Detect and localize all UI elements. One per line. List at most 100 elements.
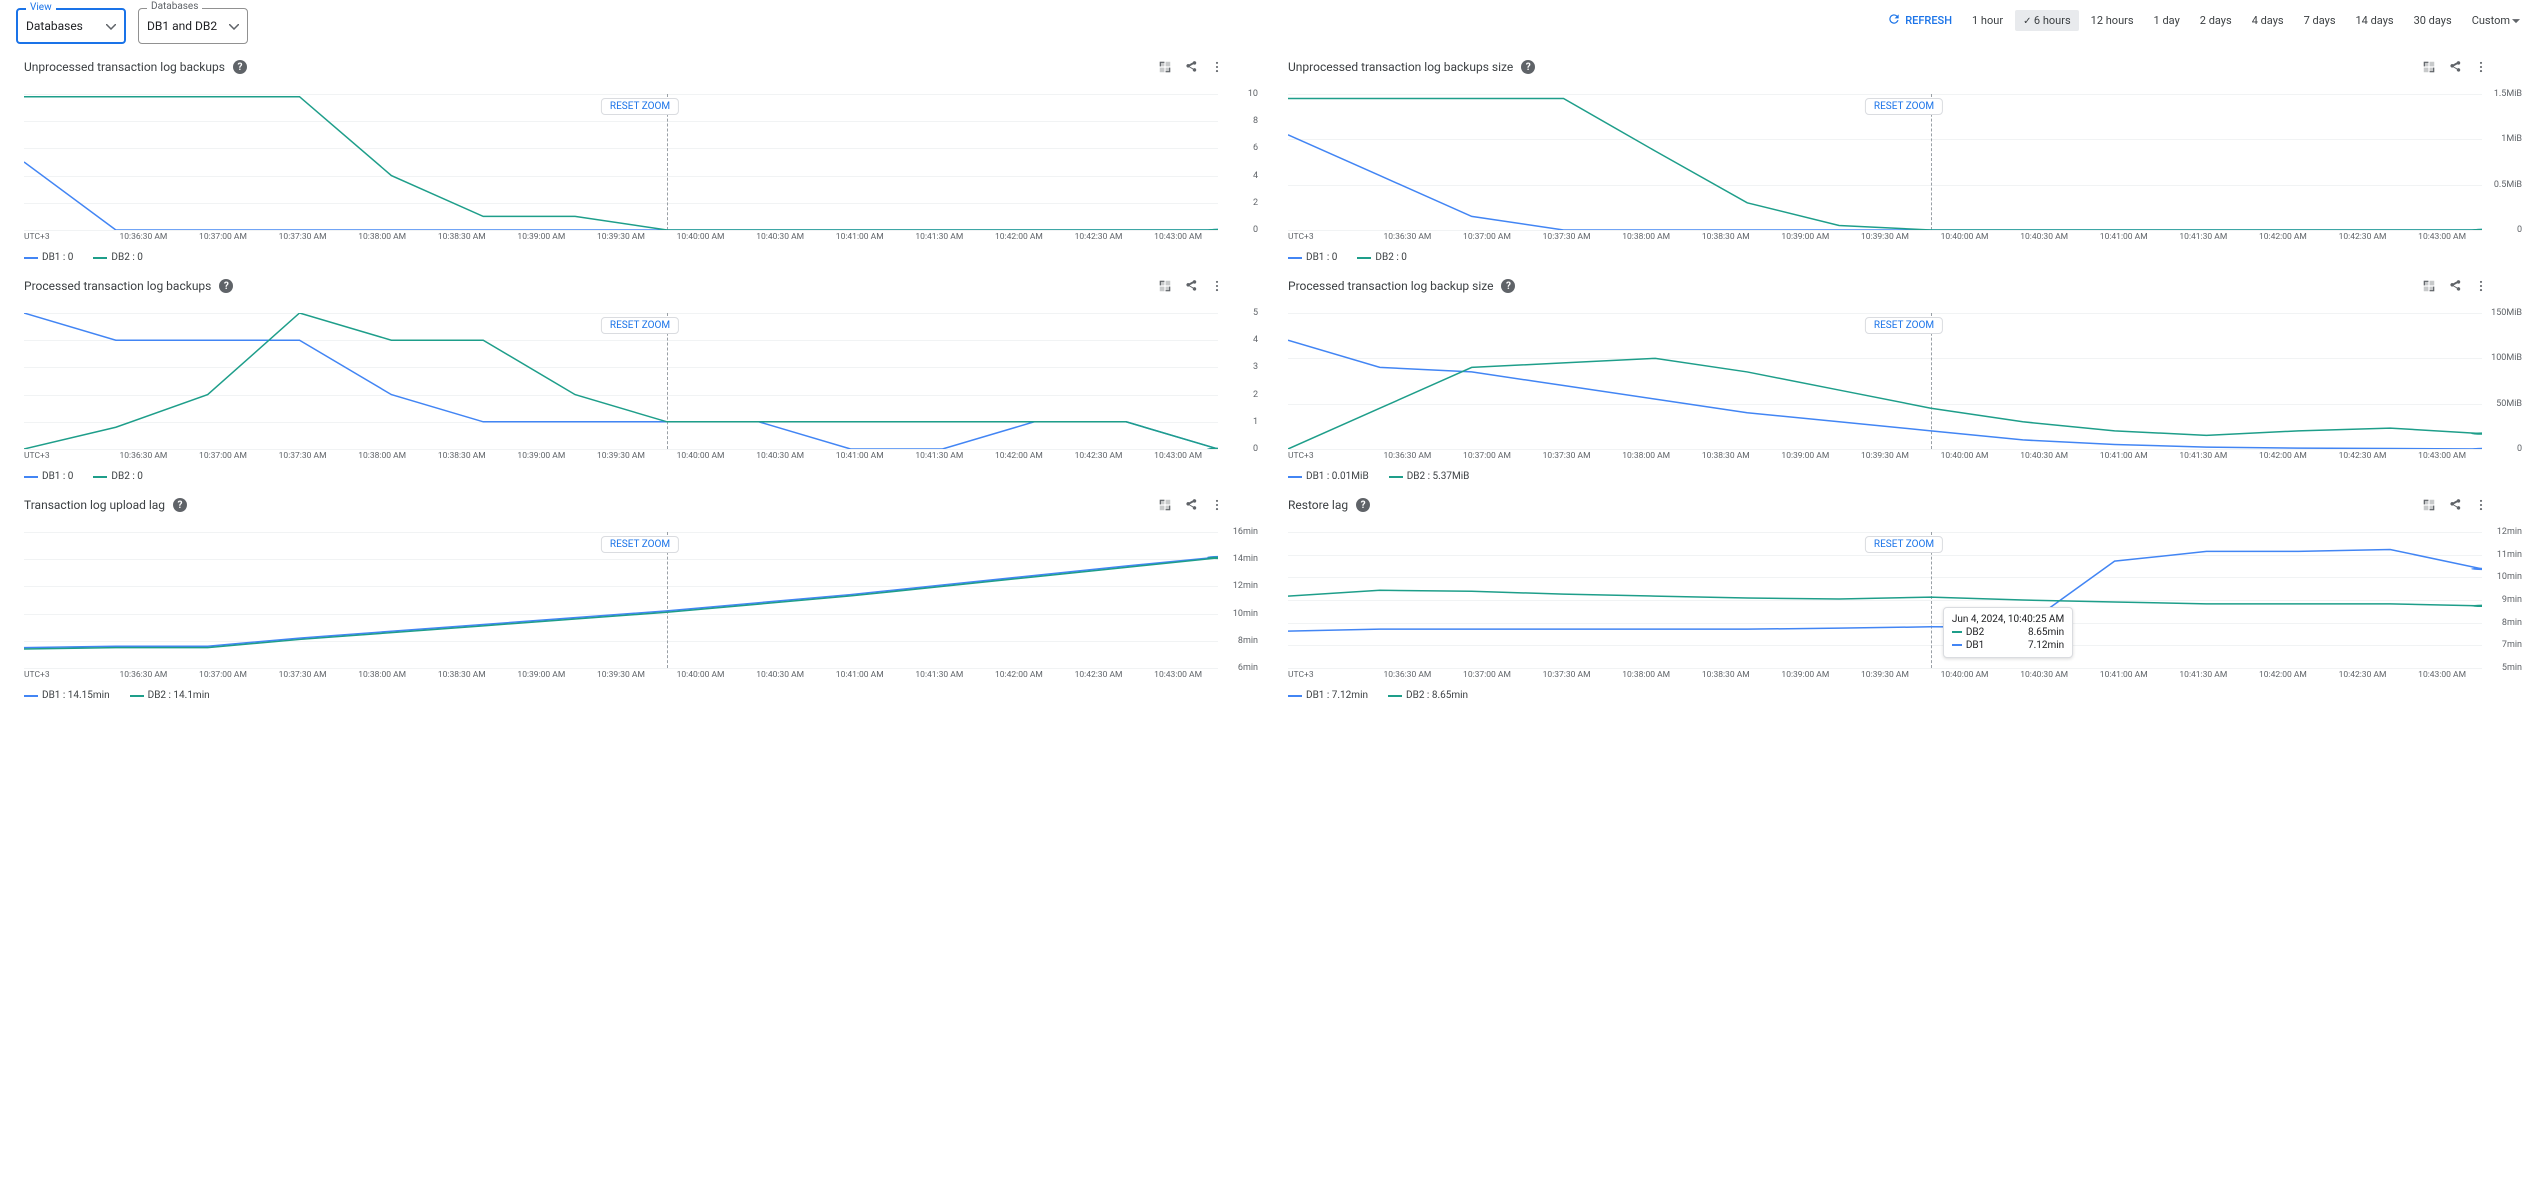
chart-panel-proc_size: Processed transaction log backup size?RE… (1280, 279, 2528, 482)
more-icon[interactable] (1210, 60, 1224, 74)
x-tick: 10:39:00 AM (502, 670, 582, 686)
time-range-14-days[interactable]: 14 days (2348, 10, 2402, 31)
help-icon[interactable]: ? (173, 498, 187, 512)
legend-item-db1[interactable]: DB1 : 0 (24, 252, 73, 263)
help-icon[interactable]: ? (1521, 60, 1535, 74)
expand-icon[interactable] (1158, 279, 1172, 293)
share-icon[interactable] (2448, 279, 2462, 293)
chart-title: Unprocessed transaction log backups (24, 60, 225, 74)
expand-icon[interactable] (2422, 279, 2436, 293)
legend-swatch (1389, 476, 1403, 478)
reset-zoom-button[interactable]: RESET ZOOM (1865, 98, 1943, 115)
y-tick: 7min (2502, 640, 2522, 650)
time-range-1-day[interactable]: 1 day (2146, 10, 2188, 31)
x-tick: 10:39:00 AM (502, 232, 582, 248)
help-icon[interactable]: ? (1501, 279, 1515, 293)
x-tick: UTC+3 (1288, 670, 1368, 686)
time-range-1-hour[interactable]: 1 hour (1964, 10, 2011, 31)
x-tick: 10:42:30 AM (1059, 451, 1139, 467)
x-tick: 10:38:00 AM (1606, 451, 1686, 467)
share-icon[interactable] (1184, 498, 1198, 512)
help-icon[interactable]: ? (233, 60, 247, 74)
share-icon[interactable] (2448, 498, 2462, 512)
more-icon[interactable] (1210, 279, 1224, 293)
x-tick: 10:41:00 AM (2084, 232, 2164, 248)
more-icon[interactable] (2474, 498, 2488, 512)
view-select[interactable]: View Databases (16, 8, 126, 44)
legend-item-db2[interactable]: DB2 : 5.37MiB (1389, 471, 1470, 482)
chart-legend: DB1 : 14.15min DB2 : 14.1min (16, 686, 1264, 701)
legend-swatch (24, 476, 38, 478)
x-tick: 10:42:30 AM (2323, 670, 2403, 686)
help-icon[interactable]: ? (1356, 498, 1370, 512)
legend-label: DB2 : 8.65min (1406, 690, 1468, 701)
time-range-12-hours[interactable]: 12 hours (2083, 10, 2142, 31)
x-tick: 10:39:00 AM (1766, 232, 1846, 248)
expand-icon[interactable] (2422, 498, 2436, 512)
reset-zoom-button[interactable]: RESET ZOOM (601, 536, 679, 553)
x-tick: 10:41:30 AM (900, 670, 980, 686)
reset-zoom-button[interactable]: RESET ZOOM (1865, 317, 1943, 334)
time-range-7-days[interactable]: 7 days (2296, 10, 2344, 31)
share-icon[interactable] (1184, 279, 1198, 293)
y-tick: 14min (1233, 554, 1258, 564)
time-range-2-days[interactable]: 2 days (2192, 10, 2240, 31)
reset-zoom-button[interactable]: RESET ZOOM (601, 317, 679, 334)
legend-item-db2[interactable]: DB2 : 0 (93, 471, 142, 482)
chart-plot-area[interactable]: RESET ZOOM5min7min8min9min10min11min12mi… (1280, 516, 2528, 686)
time-range-4-days[interactable]: 4 days (2244, 10, 2292, 31)
legend-item-db1[interactable]: DB1 : 7.12min (1288, 690, 1368, 701)
databases-select[interactable]: Databases DB1 and DB2 (138, 8, 248, 44)
x-tick: 10:40:30 AM (2004, 232, 2084, 248)
legend-item-db2[interactable]: DB2 : 14.1min (130, 690, 210, 701)
legend-swatch (1288, 695, 1302, 697)
chart-plot-area[interactable]: RESET ZOOM050MiB100MiB150MiBUTC+310:36:3… (1280, 297, 2528, 467)
chart-plot-area[interactable]: RESET ZOOM6min8min10min12min14min16minUT… (16, 516, 1264, 686)
x-tick: 10:43:00 AM (2402, 232, 2482, 248)
refresh-button[interactable]: REFRESH (1879, 8, 1960, 33)
x-tick: 10:39:00 AM (502, 451, 582, 467)
chevron-down-icon (229, 19, 239, 33)
legend-item-db2[interactable]: DB2 : 8.65min (1388, 690, 1468, 701)
x-tick: 10:42:30 AM (2323, 451, 2403, 467)
more-icon[interactable] (2474, 60, 2488, 74)
x-tick: 10:41:00 AM (2084, 451, 2164, 467)
chart-plot-area[interactable]: RESET ZOOM0246810UTC+310:36:30 AM10:37:0… (16, 78, 1264, 248)
legend-item-db2[interactable]: DB2 : 0 (93, 252, 142, 263)
legend-label: DB1 : 0 (42, 252, 73, 263)
x-tick: 10:38:00 AM (342, 451, 422, 467)
reset-zoom-button[interactable]: RESET ZOOM (601, 98, 679, 115)
y-tick: 4 (1253, 171, 1258, 181)
reset-zoom-button[interactable]: RESET ZOOM (1865, 536, 1943, 553)
legend-item-db1[interactable]: DB1 : 0.01MiB (1288, 471, 1369, 482)
share-icon[interactable] (1184, 60, 1198, 74)
share-icon[interactable] (2448, 60, 2462, 74)
time-range-30-days[interactable]: 30 days (2406, 10, 2460, 31)
tooltip-row: DB17.12min (1952, 640, 2064, 651)
legend-label: DB1 : 7.12min (1306, 690, 1368, 701)
y-tick: 1MiB (2501, 134, 2522, 144)
chart-legend: DB1 : 0.01MiB DB2 : 5.37MiB (1280, 467, 2528, 482)
legend-item-db1[interactable]: DB1 : 0 (24, 471, 73, 482)
legend-item-db1[interactable]: DB1 : 14.15min (24, 690, 110, 701)
chart-plot-area[interactable]: RESET ZOOM00.5MiB1MiB1.5MiBUTC+310:36:30… (1280, 78, 2528, 248)
legend-swatch (1388, 695, 1402, 697)
legend-item-db1[interactable]: DB1 : 0 (1288, 252, 1337, 263)
time-range-controls: REFRESH 1 hour6 hours12 hours1 day2 days… (1879, 8, 2528, 33)
x-tick: UTC+3 (1288, 232, 1368, 248)
y-tick: 16min (1233, 527, 1258, 537)
more-icon[interactable] (1210, 498, 1224, 512)
time-range-6-hours[interactable]: 6 hours (2015, 10, 2079, 31)
more-icon[interactable] (2474, 279, 2488, 293)
expand-icon[interactable] (1158, 498, 1172, 512)
expand-icon[interactable] (2422, 60, 2436, 74)
chart-tooltip: Jun 4, 2024, 10:40:25 AMDB28.65minDB17.1… (1943, 607, 2073, 658)
x-tick: 10:41:00 AM (820, 451, 900, 467)
expand-icon[interactable] (1158, 60, 1172, 74)
top-bar: View Databases Databases DB1 and DB2 REF… (0, 0, 2544, 44)
legend-item-db2[interactable]: DB2 : 0 (1357, 252, 1406, 263)
help-icon[interactable]: ? (219, 279, 233, 293)
legend-label: DB1 : 0 (42, 471, 73, 482)
time-range-custom[interactable]: Custom (2464, 10, 2528, 31)
chart-plot-area[interactable]: RESET ZOOM012345UTC+310:36:30 AM10:37:00… (16, 297, 1264, 467)
